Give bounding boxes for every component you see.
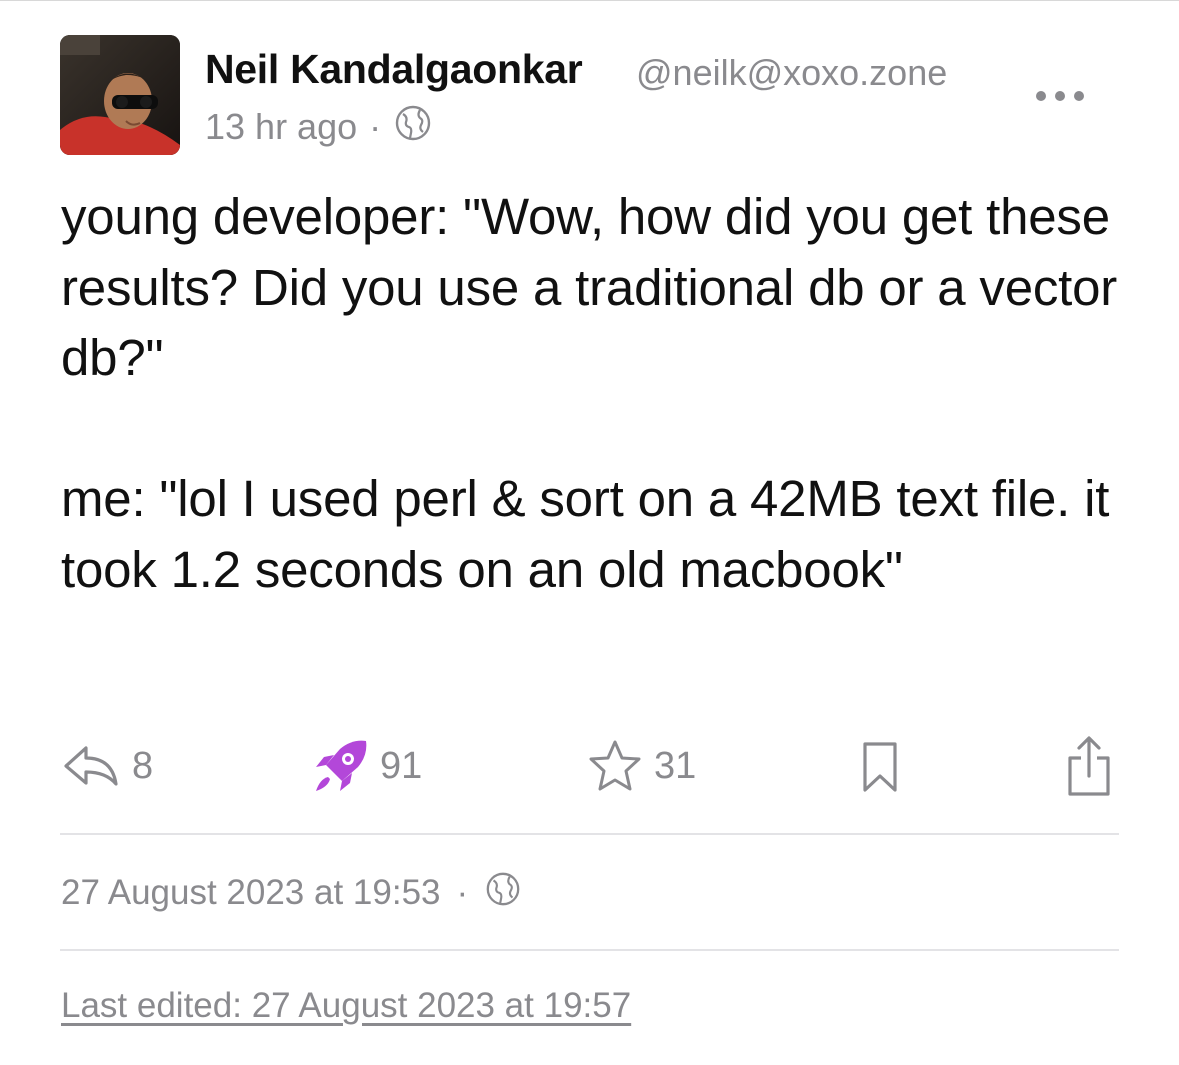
bookmark-icon xyxy=(863,742,897,792)
ellipsis-icon xyxy=(1036,91,1084,101)
boost-count: 91 xyxy=(380,744,423,787)
meta-separator: · xyxy=(369,106,382,147)
favourite-count: 31 xyxy=(654,744,697,787)
reply-icon xyxy=(64,746,118,786)
reply-count: 8 xyxy=(132,744,154,787)
timestamp-separator: · xyxy=(456,873,469,912)
divider xyxy=(60,833,1119,835)
post-timestamp[interactable]: 27 August 2023 at 19:53 xyxy=(61,873,441,913)
globe-icon xyxy=(393,103,433,152)
action-bar: 8 91 31 xyxy=(0,730,1179,802)
post-content: young developer: "Wow, how did you get t… xyxy=(61,182,1141,605)
reply-button[interactable]: 8 xyxy=(62,730,153,802)
favourite-button[interactable]: 31 xyxy=(586,730,696,802)
post-meta: 13 hr ago · xyxy=(205,104,433,150)
bookmark-button[interactable] xyxy=(860,730,900,802)
edit-history-link[interactable]: Last edited: 27 August 2023 at 19:57 xyxy=(61,986,631,1026)
author-display-name[interactable]: Neil Kandalgaonkar xyxy=(205,46,583,93)
post-paragraph: me: "lol I used perl & sort on a 42MB te… xyxy=(61,470,1110,598)
rocket-icon xyxy=(316,740,367,791)
star-icon xyxy=(589,740,641,791)
more-options-button[interactable] xyxy=(1030,80,1090,112)
divider xyxy=(60,949,1119,951)
globe-icon xyxy=(484,870,522,917)
share-button[interactable] xyxy=(1064,730,1114,802)
share-icon xyxy=(1068,736,1110,796)
relative-time[interactable]: 13 hr ago xyxy=(205,106,357,148)
avatar[interactable] xyxy=(60,35,180,155)
post-paragraph: young developer: "Wow, how did you get t… xyxy=(61,188,1118,386)
profile-photo-icon xyxy=(60,35,180,155)
boost-button[interactable]: 91 xyxy=(312,730,422,802)
author-handle[interactable]: @neilk@xoxo.zone xyxy=(636,52,947,94)
top-divider xyxy=(0,0,1179,1)
post-timestamp-row: 27 August 2023 at 19:53 · xyxy=(61,868,522,918)
